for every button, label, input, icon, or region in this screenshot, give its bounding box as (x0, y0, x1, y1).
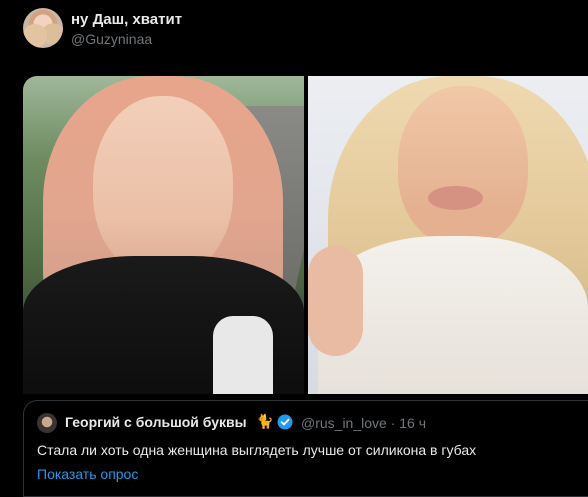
quoted-display-name: Георгий с большой буквы (65, 414, 247, 430)
verified-badge-icon (277, 414, 293, 430)
avatar (37, 413, 57, 433)
quoted-text: Стала ли хоть одна женщина выглядеть луч… (37, 442, 477, 458)
media-grid (23, 76, 588, 394)
photo-right[interactable] (308, 76, 588, 394)
tweet-header: ну Даш, хватит @Guzyninaa (0, 0, 588, 66)
quoted-tweet[interactable]: Георгий с большой буквы 🐈 @rus_in_love ·… (23, 400, 588, 497)
avatar[interactable] (23, 8, 63, 48)
display-name[interactable]: ну Даш, хватит (71, 11, 182, 28)
handle[interactable]: @Guzyninaa (71, 31, 152, 47)
show-poll-link[interactable]: Показать опрос (37, 466, 138, 482)
quoted-handle-time: @rus_in_love · 16 ч (301, 415, 427, 431)
cat-emoji-icon: 🐈 (256, 413, 274, 429)
photo-left[interactable] (23, 76, 304, 394)
